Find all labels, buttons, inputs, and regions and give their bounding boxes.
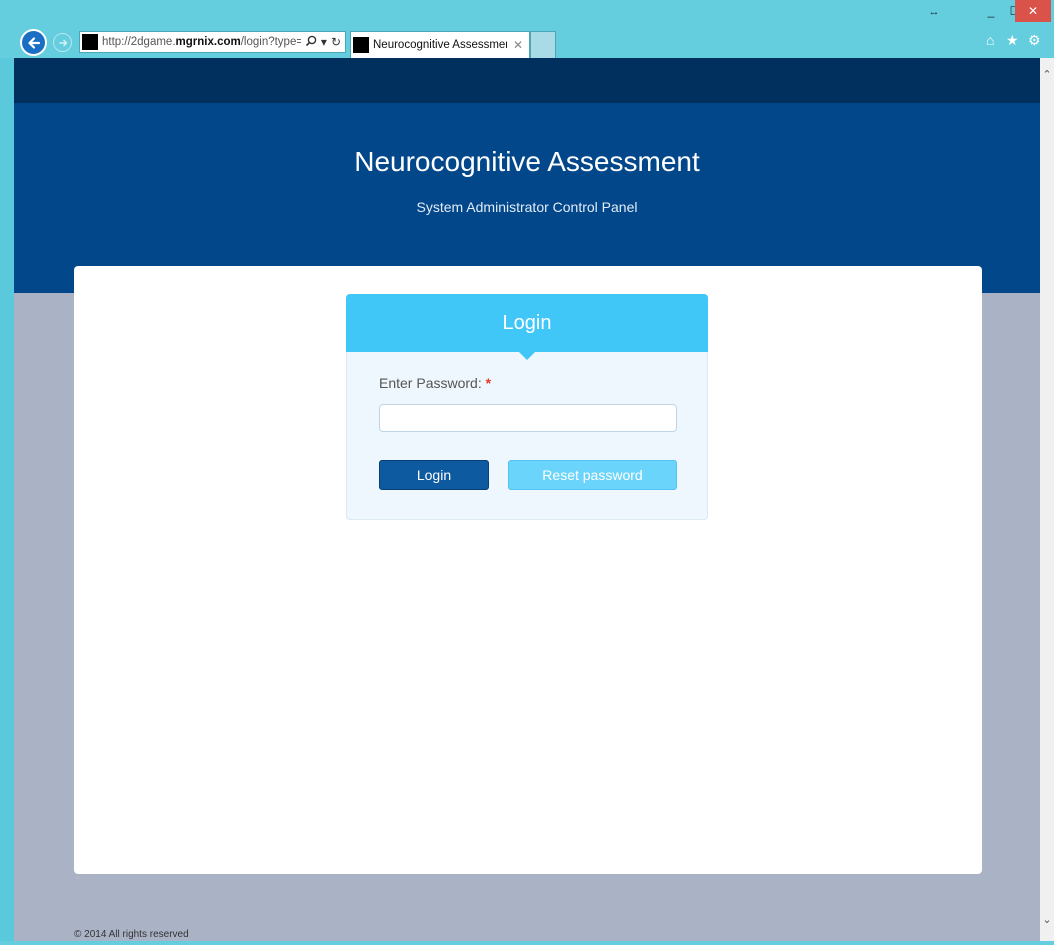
address-url[interactable]: http://2dgame.mgrnix.com/login?type= bbox=[102, 36, 301, 48]
forward-button[interactable] bbox=[53, 33, 72, 52]
login-button[interactable]: Login bbox=[379, 460, 489, 490]
scroll-up-icon[interactable]: ⌃ bbox=[1040, 68, 1054, 81]
browser-chrome: ↔ _ ☐ ✕ http://2dgame.mgrnix.com/login?t… bbox=[0, 0, 1054, 58]
password-label: Enter Password: * bbox=[379, 375, 492, 391]
search-icon[interactable] bbox=[305, 35, 317, 47]
page-viewport: Neurocognitive Assessment System Adminis… bbox=[14, 58, 1040, 941]
site-favicon bbox=[82, 34, 98, 50]
forward-arrow-icon bbox=[59, 39, 67, 46]
password-input[interactable] bbox=[379, 404, 677, 432]
new-tab-button[interactable] bbox=[530, 31, 556, 58]
required-marker: * bbox=[485, 375, 492, 391]
header-banner bbox=[14, 103, 1040, 293]
home-icon[interactable]: ⌂ bbox=[986, 32, 994, 50]
refresh-icon[interactable]: ↻ bbox=[331, 35, 341, 49]
dropdown-icon[interactable]: ▾ bbox=[321, 35, 327, 49]
address-bar[interactable]: http://2dgame.mgrnix.com/login?type= ▾ ↻ bbox=[79, 31, 346, 53]
page-subtitle: System Administrator Control Panel bbox=[416, 199, 638, 215]
card-resize-grip-icon: ⌐ bbox=[76, 872, 82, 882]
gear-icon[interactable]: ⚙ bbox=[1028, 32, 1041, 50]
login-heading: Login bbox=[346, 294, 708, 360]
resize-indicator-icon: ↔ bbox=[928, 6, 940, 18]
tab-title: Neurocognitive Assessmen... bbox=[373, 39, 507, 51]
back-arrow-icon bbox=[27, 36, 40, 49]
content-card: Login Enter Password: * Login Reset pass… bbox=[74, 266, 982, 874]
page-title: Neurocognitive Assessment bbox=[354, 146, 700, 177]
top-navbar bbox=[14, 58, 1040, 103]
tab-favicon bbox=[353, 37, 369, 53]
window-frame-bottom bbox=[0, 941, 1054, 945]
vertical-scrollbar[interactable]: ⌃ ⌄ bbox=[1040, 58, 1054, 941]
scroll-down-icon[interactable]: ⌄ bbox=[1040, 913, 1054, 926]
login-panel: Login Enter Password: * Login Reset pass… bbox=[346, 294, 708, 520]
reset-password-button[interactable]: Reset password bbox=[508, 460, 677, 490]
copyright-footer: © 2014 All rights reserved bbox=[74, 929, 189, 940]
window-close-button[interactable]: ✕ bbox=[1015, 0, 1051, 22]
minimize-button[interactable]: _ bbox=[980, 0, 1002, 22]
star-icon[interactable]: ★ bbox=[1006, 32, 1019, 50]
tab-close-icon[interactable]: ✕ bbox=[507, 38, 529, 52]
browser-tab[interactable]: Neurocognitive Assessmen... ✕ bbox=[350, 31, 530, 58]
back-button[interactable] bbox=[20, 29, 47, 56]
